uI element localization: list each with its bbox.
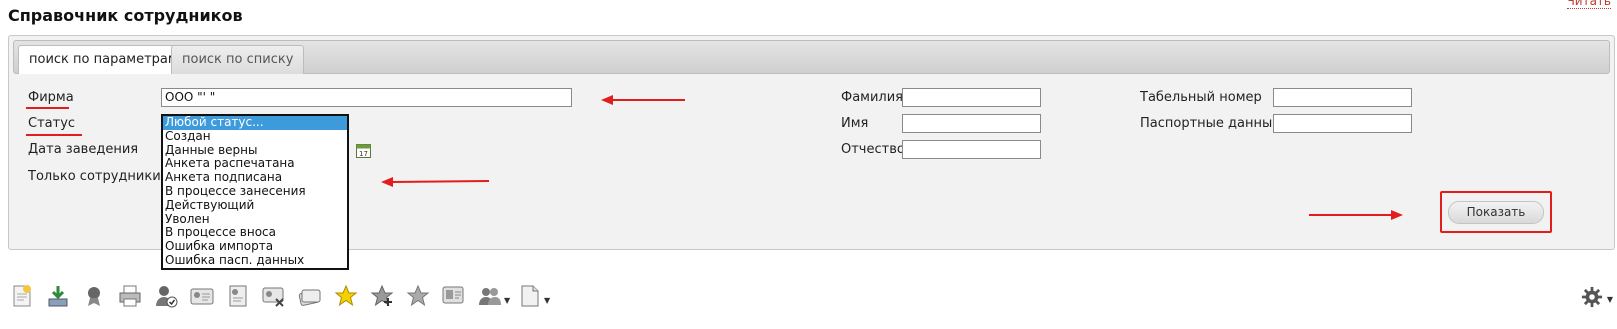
firm-label: Фирма xyxy=(28,90,74,105)
show-button[interactable]: Показать xyxy=(1448,201,1544,224)
status-underline xyxy=(26,134,82,136)
status-option[interactable]: Данные верны xyxy=(163,143,347,158)
first-name-label: Имя xyxy=(841,116,869,131)
arrow-left-icon xyxy=(601,95,685,105)
last-name-field[interactable] xyxy=(902,88,1041,107)
gear-icon[interactable] xyxy=(1581,286,1603,308)
print-icon[interactable] xyxy=(118,284,142,308)
search-panel: поиск по параметрам поиск по списку Фирм… xyxy=(8,35,1615,270)
status-dropdown-list[interactable]: Любой статус... Создан Данные верны Анкета … xyxy=(161,114,349,270)
last-name-label: Фамилия xyxy=(841,90,903,105)
id-card-icon[interactable] xyxy=(190,284,214,308)
show-button-highlight: Показать xyxy=(1440,191,1552,233)
document-menu-caret-icon[interactable]: ▼ xyxy=(544,296,550,305)
user-check-icon[interactable] xyxy=(154,284,178,308)
calendar-icon[interactable]: 17 xyxy=(356,143,371,158)
star-add-icon[interactable] xyxy=(370,284,394,308)
passport-field[interactable] xyxy=(1273,114,1412,133)
status-option[interactable]: В процессе вноса xyxy=(163,226,347,240)
status-label: Статус xyxy=(28,116,76,131)
read-link[interactable]: Читать xyxy=(1566,0,1611,9)
first-name-field[interactable] xyxy=(902,114,1041,133)
tab-bar: поиск по параметрам поиск по списку xyxy=(13,40,1610,74)
status-option[interactable]: Создан xyxy=(163,129,347,144)
passport-label: Паспортные данные xyxy=(1140,116,1281,131)
arrow-right-icon xyxy=(1309,210,1403,220)
download-icon[interactable] xyxy=(46,284,70,308)
firm-underline xyxy=(26,107,69,109)
star-icon[interactable] xyxy=(334,284,358,308)
svg-text:17: 17 xyxy=(359,150,368,158)
status-option[interactable]: Действующий xyxy=(163,198,347,213)
new-document-icon[interactable] xyxy=(10,284,34,308)
status-option[interactable]: Ошибка пасп. данных xyxy=(163,253,347,268)
firm-field[interactable]: ООО "' " xyxy=(161,88,572,107)
settings-caret-icon[interactable]: ▼ xyxy=(1607,295,1613,304)
tab-number-field[interactable] xyxy=(1273,88,1412,107)
tab-number-label: Табельный номер xyxy=(1140,90,1262,105)
status-option[interactable]: В процессе занесения xyxy=(163,184,347,199)
status-option[interactable]: Уволен xyxy=(163,212,347,227)
star-remove-icon[interactable] xyxy=(406,284,430,308)
award-icon[interactable] xyxy=(82,284,106,308)
page-title: Справочник сотрудников xyxy=(8,6,243,25)
patronymic-field[interactable] xyxy=(902,140,1041,159)
id-card-delete-icon[interactable] xyxy=(262,284,286,308)
status-option[interactable]: Анкета распечатана xyxy=(163,157,347,171)
status-option[interactable]: Ошибка импорта xyxy=(163,239,347,254)
tab-search-by-params[interactable]: поиск по параметрам xyxy=(18,45,189,74)
status-option[interactable]: Анкета подписана xyxy=(163,170,347,185)
status-option[interactable]: Любой статус... xyxy=(163,116,347,130)
tab-search-by-list[interactable]: поиск по списку xyxy=(171,45,305,74)
date-label: Дата заведения xyxy=(28,142,139,157)
users-menu-caret-icon[interactable]: ▼ xyxy=(504,296,510,305)
arrow-left-icon xyxy=(381,177,490,187)
cards-icon[interactable] xyxy=(298,284,322,308)
card-photo-icon[interactable] xyxy=(442,284,466,308)
users-menu-icon[interactable] xyxy=(478,284,502,308)
id-card-edit-icon[interactable] xyxy=(226,284,250,308)
document-menu-icon[interactable] xyxy=(518,284,542,308)
patronymic-label: Отчество xyxy=(841,142,905,157)
